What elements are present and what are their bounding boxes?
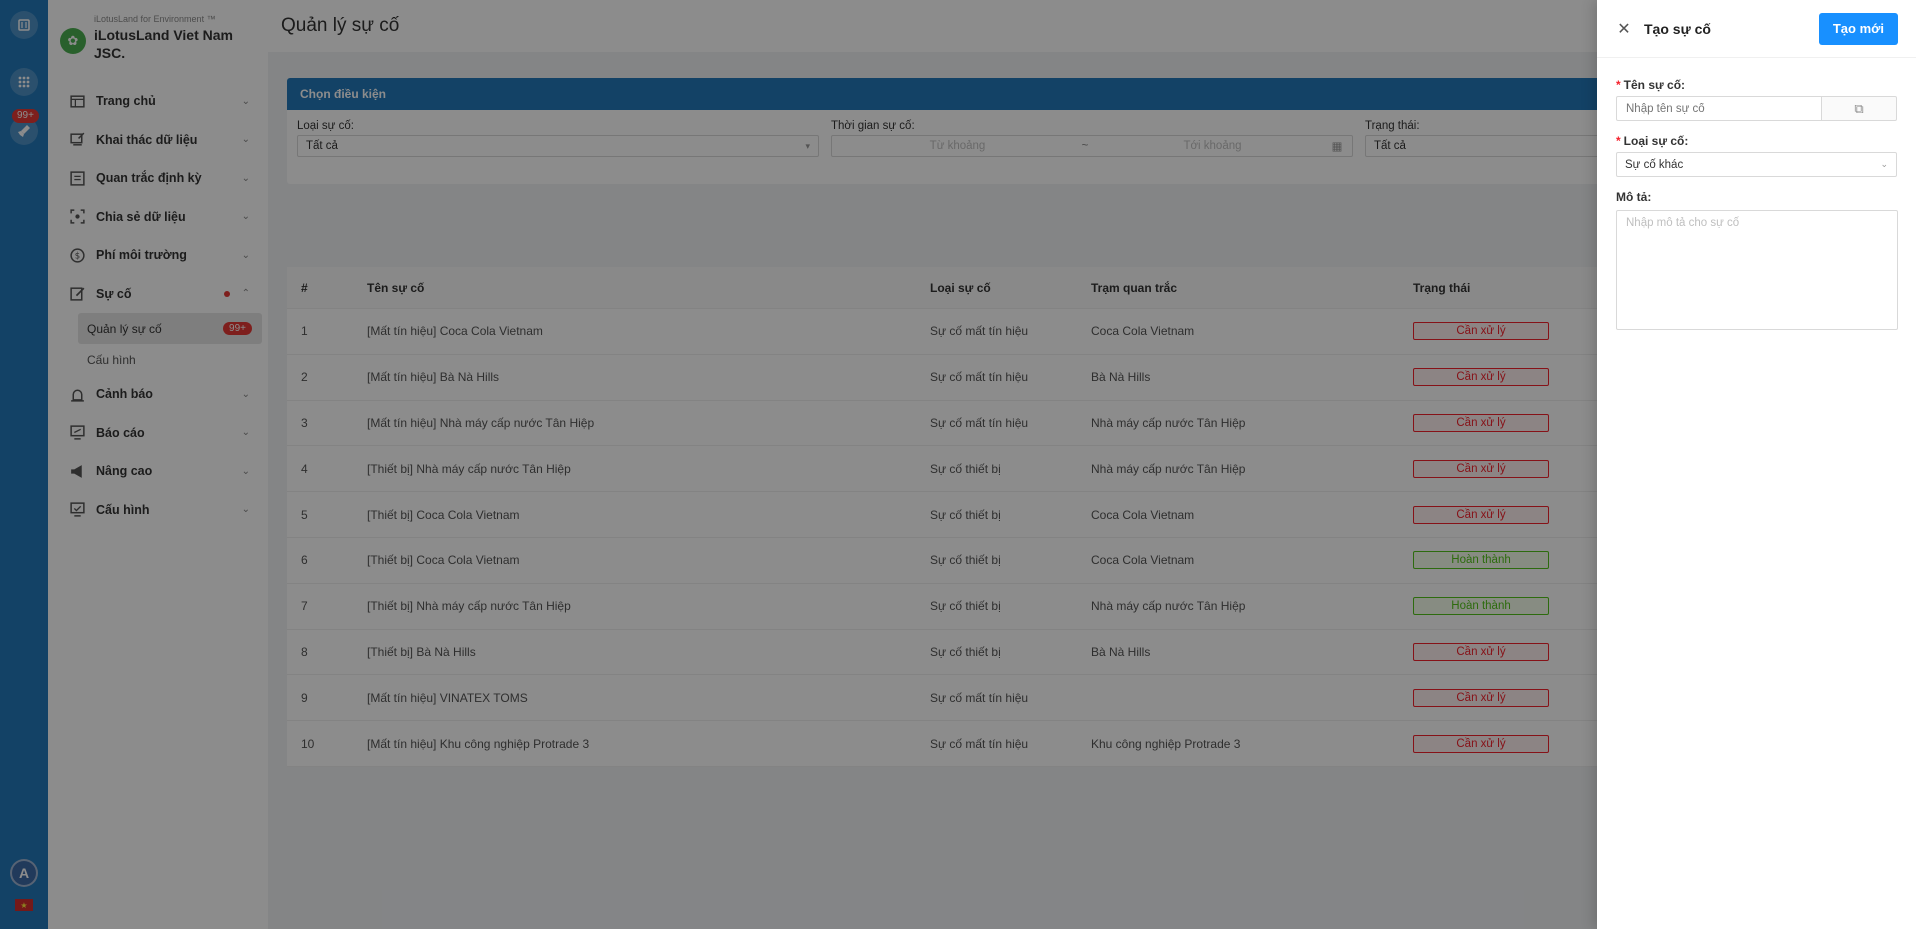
desc-label: Mô tả: [1616,190,1652,204]
drawer-body: *Tên sự cố: ⧉ *Loại sự cố: Sự cố khác ⌄ … [1597,58,1916,330]
translate-icon[interactable]: ⧉ [1822,96,1897,121]
app-root: 99+ A ★ ✿ iLotusLand for Environment ™ i… [0,0,1916,929]
name-label-text: Tên sự cố: [1623,78,1686,92]
type-label-text: Loại sự cố: [1623,134,1689,148]
incident-name-input[interactable] [1616,96,1822,121]
drawer-header: ✕ Tạo sự cố Tạo mới [1597,0,1916,58]
modal-overlay[interactable] [0,0,1597,929]
create-button[interactable]: Tạo mới [1818,12,1898,45]
name-label: * Tên sự cố: [1616,78,1897,92]
type-label: * Loại sự cố: [1616,134,1897,148]
required-mark: * [1616,78,1621,92]
create-incident-drawer: ✕ Tạo sự cố Tạo mới *Tên sự cố: ⧉ *Loại … [1597,0,1916,929]
name-field: *Tên sự cố: ⧉ [1616,78,1897,121]
type-field: * Loại sự cố: Sự cố khác ⌄ [1616,134,1897,177]
incident-type-select[interactable]: Sự cố khác ⌄ [1616,152,1897,177]
name-input-row: ⧉ [1616,96,1897,121]
close-icon[interactable]: ✕ [1615,19,1633,39]
incident-type-value: Sự cố khác [1625,158,1684,171]
chevron-down-icon: ⌄ [1880,159,1888,169]
required-mark: * [1616,134,1621,148]
desc-field: Mô tả: Nhập mô tả cho sự cố [1616,190,1898,330]
description-textarea[interactable]: Nhập mô tả cho sự cố [1616,210,1898,330]
drawer-title: Tạo sự cố [1644,20,1711,37]
